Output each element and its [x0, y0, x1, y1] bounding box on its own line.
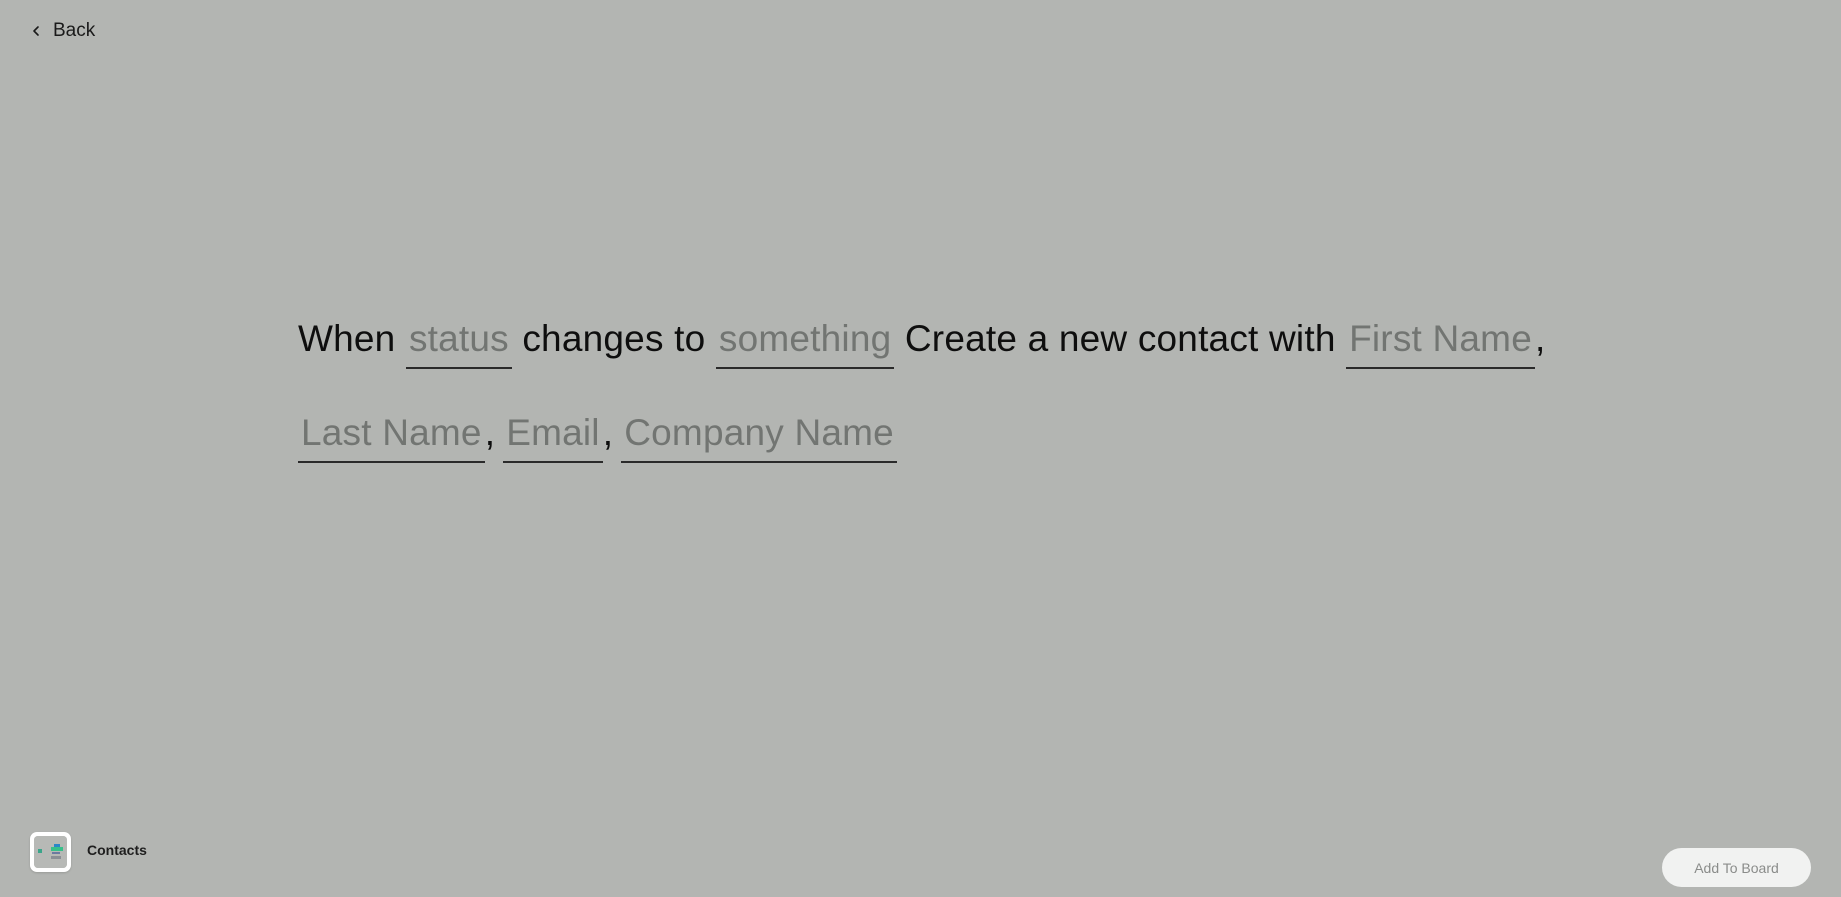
separator: , [1534, 318, 1546, 359]
recipe-sentence: When status changes to something Create … [298, 318, 1545, 480]
first-name-field-selector[interactable]: First Name [1346, 311, 1535, 369]
integration-name: Contacts [87, 842, 147, 858]
trigger-value-selector[interactable]: something [715, 311, 895, 369]
last-name-field-selector[interactable]: Last Name [298, 405, 485, 463]
back-label: Back [53, 20, 96, 41]
contacts-app-icon [34, 836, 67, 868]
recipe-editor-page: Back When status changes to something Cr… [0, 0, 1841, 897]
company-name-field-selector[interactable]: Company Name [621, 405, 897, 463]
changes-to-text: changes to [522, 318, 706, 359]
email-field-selector[interactable]: Email [503, 405, 603, 463]
chevron-left-icon [29, 19, 45, 43]
separator: , [484, 412, 496, 453]
recipe-line-2: Last Name, Email, Company Name [298, 386, 1538, 480]
back-link[interactable]: Back [29, 19, 95, 43]
recipe-line-1: When status changes to something Create … [298, 292, 1545, 386]
when-text: When [298, 318, 396, 359]
separator: , [602, 412, 614, 453]
add-to-board-button[interactable]: Add To Board [1662, 848, 1811, 887]
contacts-app-tile[interactable] [30, 832, 71, 872]
action-text: Create a new contact with [904, 318, 1336, 359]
trigger-column-selector[interactable]: status [405, 311, 512, 369]
